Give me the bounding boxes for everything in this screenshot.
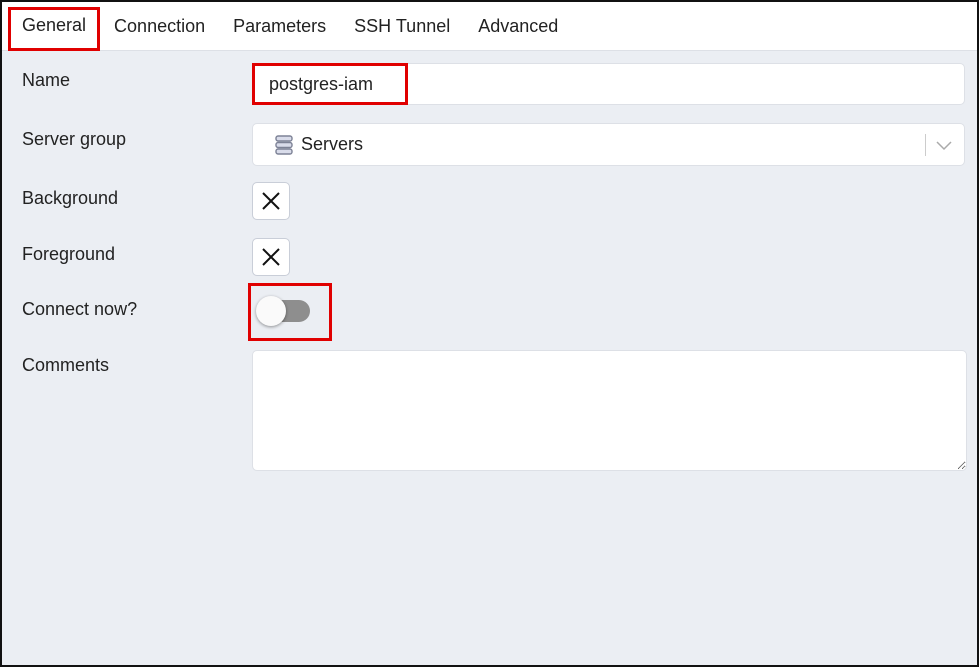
tab-advanced[interactable]: Advanced — [464, 2, 572, 51]
tab-ssh-tunnel[interactable]: SSH Tunnel — [340, 2, 464, 51]
comments-textarea[interactable] — [252, 350, 967, 471]
server-stack-icon — [275, 134, 293, 155]
background-color-button[interactable] — [252, 182, 290, 220]
server-group-select[interactable]: Servers — [252, 123, 965, 166]
connect-now-toggle[interactable] — [256, 296, 310, 326]
x-icon — [262, 248, 280, 266]
toggle-knob — [256, 296, 286, 326]
tab-connection[interactable]: Connection — [100, 2, 219, 51]
foreground-color-button[interactable] — [252, 238, 290, 276]
server-group-value: Servers — [301, 134, 364, 154]
tab-parameters[interactable]: Parameters — [219, 2, 340, 51]
foreground-label: Foreground — [22, 244, 116, 264]
server-dialog: General Connection Parameters SSH Tunnel… — [0, 0, 979, 667]
server-group-label: Server group — [22, 129, 127, 149]
background-label: Background — [22, 188, 119, 208]
comments-label: Comments — [22, 355, 110, 375]
tab-bar: General Connection Parameters SSH Tunnel… — [2, 2, 977, 51]
select-divider — [925, 134, 926, 156]
name-input[interactable]: postgres-iam — [252, 63, 965, 105]
name-label: Name — [22, 70, 71, 90]
name-value: postgres-iam — [269, 73, 374, 94]
x-icon — [262, 192, 280, 210]
connect-now-label: Connect now? — [22, 299, 138, 319]
tab-general[interactable]: General — [8, 2, 101, 51]
chevron-down-icon[interactable] — [936, 141, 952, 151]
